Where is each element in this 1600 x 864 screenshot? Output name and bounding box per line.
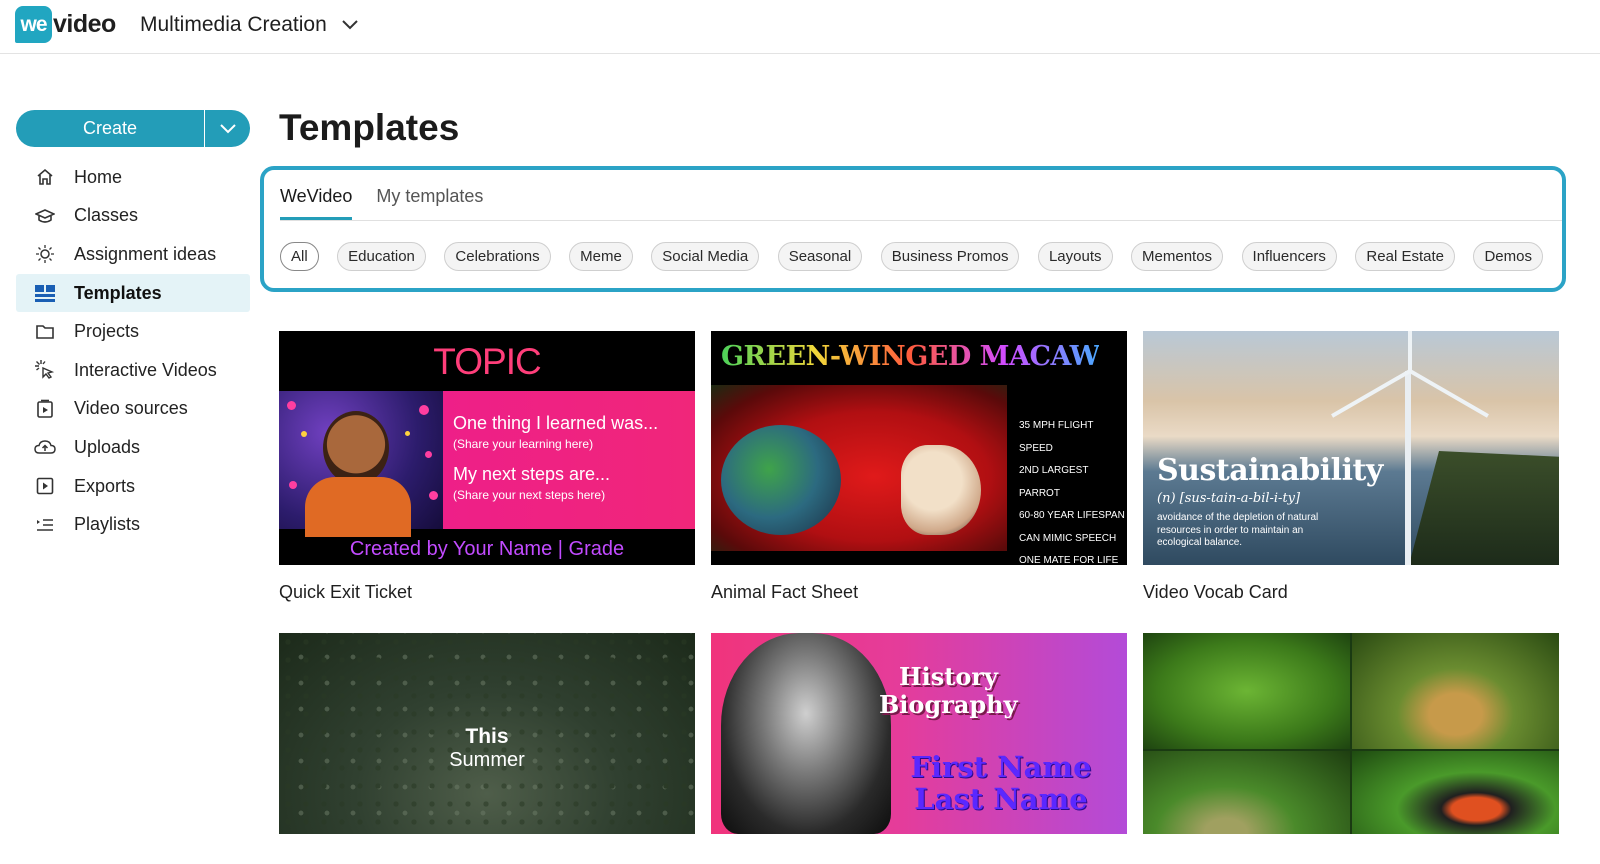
template-thumbnail[interactable] (1143, 633, 1559, 834)
template-card-quick-exit-ticket[interactable]: TOPIC One thing I learned was... (Share … (279, 331, 695, 603)
sidebar-item-assignment-ideas[interactable]: Assignment ideas (16, 235, 250, 274)
vocab-definition: avoidance of the depletion of natural re… (1157, 512, 1319, 548)
classes-icon (34, 205, 56, 227)
category-chip-seasonal[interactable]: Seasonal (777, 242, 863, 271)
upload-cloud-icon (34, 436, 56, 458)
fact-list: 35 MPH FLIGHT SPEED 2ND LARGEST PARROT 6… (1019, 420, 1125, 565)
template-thumbnail[interactable]: GREEN-WINGED MACAW 35 MPH FLIGHT SPEED 2… (711, 331, 1127, 565)
template-card-animal-fact-sheet[interactable]: GREEN-WINGED MACAW 35 MPH FLIGHT SPEED 2… (711, 331, 1127, 603)
lightbulb-icon (34, 243, 56, 265)
template-card-nature-collage[interactable] (1143, 633, 1559, 834)
tab-wevideo[interactable]: WeVideo (280, 186, 353, 220)
workspace-name: Multimedia Creation (140, 13, 327, 36)
template-title[interactable]: Quick Exit Ticket (279, 582, 695, 603)
template-source-tabs: WeVideo My templates (280, 186, 507, 220)
category-chip-social-media[interactable]: Social Media (651, 242, 760, 271)
butterfly-photo (1352, 751, 1559, 834)
category-chip-meme[interactable]: Meme (569, 242, 633, 271)
sidebar-item-label: Assignment ideas (74, 243, 217, 264)
vocab-pronunciation: (n) [sus-tain-a-bil-i-ty] (1157, 491, 1301, 506)
logo-wordmark: video (53, 10, 116, 38)
template-card-history-biography[interactable]: History Biography First Name Last Name (711, 633, 1127, 834)
sidebar-item-classes[interactable]: Classes (16, 197, 250, 236)
sidebar-item-uploads[interactable]: Uploads (16, 428, 250, 467)
caterpillar-photo (1352, 633, 1559, 749)
vocab-word: Sustainability (1157, 453, 1383, 488)
template-thumbnail[interactable]: This Summer (279, 633, 695, 834)
thumb-footer-text: Created by Your Name | Grade (349, 538, 625, 560)
folder-icon (34, 321, 56, 343)
macaw-photo (711, 385, 1007, 551)
export-icon (34, 475, 56, 497)
sidebar-item-label: Video sources (74, 398, 188, 419)
sidebar-item-video-sources[interactable]: Video sources (16, 390, 250, 429)
playlist-icon (34, 514, 56, 536)
cocoon-photo (1143, 751, 1350, 834)
category-chip-layouts[interactable]: Layouts (1037, 242, 1113, 271)
thumb-topic-text: TOPIC (433, 341, 541, 382)
sidebar-item-label: Classes (74, 205, 139, 226)
thumb-heading: GREEN-WINGED MACAW (721, 341, 1100, 372)
logo-badge: we (15, 6, 52, 43)
sidebar-item-label: Exports (74, 475, 136, 496)
category-chip-real-estate[interactable]: Real Estate (1355, 242, 1455, 271)
sidebar-item-interactive-videos[interactable]: Interactive Videos (16, 351, 250, 390)
sidebar-item-home[interactable]: Home (16, 158, 250, 197)
category-chip-celebrations[interactable]: Celebrations (444, 242, 551, 271)
create-button[interactable]: Create (16, 110, 204, 147)
category-chip-business-promos[interactable]: Business Promos (880, 242, 1020, 271)
tab-divider (280, 220, 1562, 221)
sidebar-item-label: Projects (74, 321, 140, 342)
category-chip-mementos[interactable]: Mementos (1131, 242, 1224, 271)
template-title[interactable]: Video Vocab Card (1143, 582, 1559, 603)
templates-icon (34, 282, 56, 304)
wevideo-logo[interactable]: we video (15, 6, 116, 43)
sidebar-item-templates[interactable]: Templates (16, 273, 250, 313)
template-thumbnail[interactable]: TOPIC One thing I learned was... (Share … (279, 331, 695, 565)
sidebar-item-label: Uploads (74, 436, 141, 457)
template-filter-panel: WeVideo My templates All Education Celeb… (260, 166, 1566, 292)
student-photo (279, 391, 443, 537)
category-chip-demos[interactable]: Demos (1473, 242, 1543, 271)
category-chip-education[interactable]: Education (337, 242, 426, 271)
sidebar-item-exports[interactable]: Exports (16, 467, 250, 506)
template-title[interactable]: Animal Fact Sheet (711, 582, 1127, 603)
sidebar-nav: Home Classes Assignment ideas Templates … (16, 158, 250, 544)
sidebar-item-label: Playlists (74, 514, 141, 535)
portrait-photo (721, 633, 891, 834)
template-thumbnail[interactable]: History Biography First Name Last Name (711, 633, 1127, 834)
sidebar-item-label: Templates (74, 282, 162, 303)
leaf-photo (1143, 633, 1350, 749)
sidebar-item-projects[interactable]: Projects (16, 312, 250, 351)
wind-turbine (1405, 371, 1411, 565)
tab-my-templates[interactable]: My templates (376, 186, 483, 220)
video-sources-icon (34, 398, 56, 420)
interactive-cursor-icon (34, 359, 56, 381)
category-chip-influencers[interactable]: Influencers (1241, 242, 1337, 271)
home-icon (34, 166, 56, 188)
sidebar-item-playlists[interactable]: Playlists (16, 505, 250, 544)
category-chip-all[interactable]: All (280, 242, 319, 271)
template-card-video-vocab-card[interactable]: Sustainability (n) [sus-tain-a-bil-i-ty]… (1143, 331, 1559, 603)
chevron-down-icon (342, 20, 358, 30)
workspace-selector[interactable]: Multimedia Creation (140, 13, 359, 37)
template-thumbnail[interactable]: Sustainability (n) [sus-tain-a-bil-i-ty]… (1143, 331, 1559, 565)
sidebar-item-label: Home (74, 166, 123, 187)
template-card-this-summer[interactable]: This Summer (279, 633, 695, 834)
create-dropdown-button[interactable] (204, 110, 250, 147)
page-title: Templates (279, 107, 460, 148)
create-button-group: Create (16, 110, 250, 147)
sidebar-item-label: Interactive Videos (74, 359, 217, 380)
chevron-down-icon (219, 123, 236, 133)
prompt-panel: One thing I learned was... (Share your l… (443, 391, 695, 529)
top-bar: we video Multimedia Creation (0, 0, 1600, 54)
category-chips: All Education Celebrations Meme Social M… (280, 242, 1543, 271)
